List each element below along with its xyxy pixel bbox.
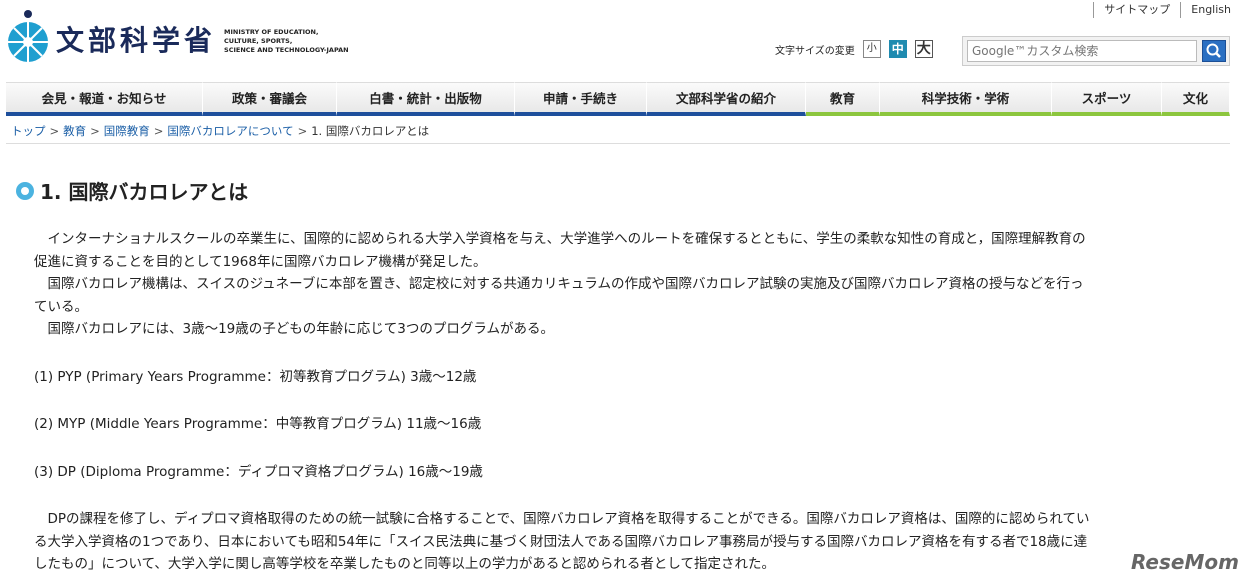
- paragraph-line: ている。: [34, 298, 88, 315]
- search-icon: [1206, 43, 1221, 58]
- paragraph-line: インターナショナルスクールの卒業生に、国際的に認められる大学入学資格を与え、大学…: [34, 231, 1086, 247]
- logo-title: 文部科学省: [56, 24, 217, 57]
- title-bullet-icon: [16, 181, 34, 200]
- ministry-emblem-icon: [6, 8, 50, 64]
- nav-item-culture[interactable]: 文化: [1162, 82, 1230, 116]
- logo-sub-line: SCIENCE AND TECHNOLOGY-JAPAN: [224, 45, 349, 54]
- breadcrumb-separator: >: [153, 124, 164, 138]
- nav-item-education[interactable]: 教育: [806, 82, 880, 116]
- resemom-watermark: ReseMom: [1131, 550, 1239, 574]
- nav-item-applications[interactable]: 申請・手続き: [515, 82, 647, 116]
- paragraph-line: 促進に資することを目的として1968年に国際バカロレア機構が発足した。: [34, 253, 487, 270]
- logo-subtitle: MINISTRY OF EDUCATION, CULTURE, SPORTS, …: [224, 28, 349, 55]
- breadcrumb-top[interactable]: トップ: [11, 124, 46, 138]
- nav-item-science[interactable]: 科学技術・学術: [880, 82, 1052, 116]
- nav-item-sports[interactable]: スポーツ: [1052, 82, 1162, 116]
- breadcrumb-separator: >: [297, 124, 308, 138]
- top-links: サイトマップ English: [1093, 2, 1233, 18]
- search-box: [962, 36, 1230, 66]
- font-size-label: 文字サイズの変更: [775, 45, 855, 57]
- font-size-control: 文字サイズの変更 小 中 大: [775, 40, 941, 58]
- breadcrumb-separator: >: [49, 124, 60, 138]
- breadcrumb: トップ > 教育 > 国際教育 > 国際バカロレアについて >1. 国際バカロレアとは: [11, 123, 429, 139]
- paragraph-line: DPの課程を修了し、ディプロマ資格取得のための統一試験に合格することで、国際バカ…: [34, 511, 1090, 527]
- english-link[interactable]: English: [1180, 2, 1233, 18]
- paragraph-line: る大学入学資格の1つであり、日本においても昭和54年に「スイス民法典に基づく財団…: [34, 533, 1088, 550]
- nav-item-about[interactable]: 文部科学省の紹介: [647, 82, 806, 116]
- font-size-large-button[interactable]: 大: [914, 40, 933, 58]
- breadcrumb-intl-education[interactable]: 国際教育: [104, 124, 150, 138]
- nav-item-press[interactable]: 会見・報道・お知らせ: [6, 82, 203, 116]
- main-content: インターナショナルスクールの卒業生に、国際的に認められる大学入学資格を与え、大学…: [34, 228, 1204, 576]
- program-item: (3) DP (Diploma Programme：ディプロマ資格プログラム) …: [34, 463, 483, 480]
- logo-sub-line: CULTURE, SPORTS,: [224, 36, 293, 45]
- paragraph-line: したもの」について、大学入学に関し高等学校を卒業したものと同等以上の学力があると…: [34, 556, 776, 572]
- logo-sub-line: MINISTRY OF EDUCATION,: [224, 27, 319, 36]
- program-item: (1) PYP (Primary Years Programme：初等教育プログ…: [34, 368, 477, 385]
- font-size-small-button[interactable]: 小: [862, 40, 881, 58]
- site-logo[interactable]: 文部科学省 MINISTRY OF EDUCATION, CULTURE, SP…: [6, 8, 349, 64]
- breadcrumb-separator: >: [90, 124, 100, 138]
- program-item: (2) MYP (Middle Years Programme：中等教育プログラ…: [34, 416, 482, 432]
- site-header: 文部科学省 MINISTRY OF EDUCATION, CULTURE, SP…: [0, 0, 1241, 82]
- page-title-block: 1. 国際バカロレアとは: [16, 176, 248, 205]
- nav-item-publications[interactable]: 白書・統計・出版物: [337, 82, 515, 116]
- global-nav: 会見・報道・お知らせ 政策・審議会 白書・統計・出版物 申請・手続き 文部科学省…: [6, 82, 1230, 116]
- page-title: 1. 国際バカロレアとは: [40, 180, 249, 204]
- sitemap-link[interactable]: サイトマップ: [1093, 2, 1180, 18]
- search-input[interactable]: [967, 40, 1197, 62]
- breadcrumb-education[interactable]: 教育: [63, 124, 86, 138]
- breadcrumb-ib-about[interactable]: 国際バカロレアについて: [167, 124, 293, 138]
- divider: [6, 143, 1230, 144]
- font-size-medium-button[interactable]: 中: [888, 40, 907, 58]
- paragraph-line: 国際バカロレア機構は、スイスのジュネーブに本部を置き、認定校に対する共通カリキュ…: [34, 276, 1084, 292]
- search-button[interactable]: [1202, 40, 1226, 62]
- breadcrumb-current: 1. 国際バカロレアとは: [311, 124, 430, 138]
- nav-item-policy[interactable]: 政策・審議会: [203, 82, 337, 116]
- paragraph-line: 国際バカロレアには、3歳～19歳の子どもの年齢に応じて3つのプログラムがある。: [34, 321, 554, 337]
